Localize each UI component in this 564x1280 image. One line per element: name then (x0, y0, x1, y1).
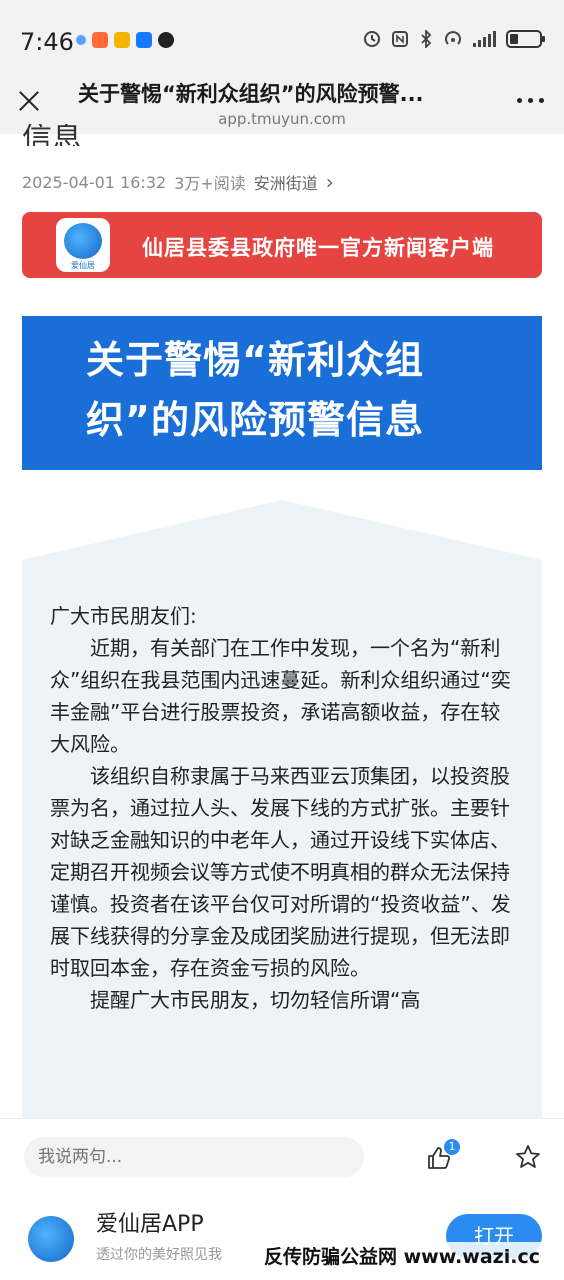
comment-bar: 1 (0, 1118, 564, 1192)
app-logo-icon (28, 1216, 74, 1262)
battery-icon (506, 30, 545, 48)
watermark: 反传防骗公益网 www.wazi.cc (262, 1242, 542, 1269)
app-notification-icon (92, 32, 108, 48)
more-options-icon[interactable] (517, 98, 544, 103)
chevron-right-icon[interactable]: › (326, 170, 334, 194)
comment-input[interactable] (24, 1137, 364, 1177)
article-body: 广大市民朋友们: 近期，有关部门在工作中发现，一个名为“新利众”组织在我县范围内… (50, 600, 520, 1016)
article-source-link[interactable]: 安洲街道 (254, 170, 318, 194)
article-title-fragment: 信息 (22, 124, 82, 146)
article-heading: 关于警惕“新利众组织”的风险预警信息 (86, 338, 424, 442)
star-icon[interactable] (514, 1143, 542, 1171)
alarm-icon (364, 31, 380, 47)
nav-bar: 关于警惕“新利众组织”的风险预警... app.tmuyun.com (0, 68, 564, 134)
greeting: 广大市民朋友们: (50, 604, 197, 628)
article-meta: 2025-04-01 16:32 3万+阅读 安洲街道 › (22, 170, 334, 194)
app-name: 爱仙居APP (96, 1212, 204, 1237)
page-url: app.tmuyun.com (218, 110, 346, 128)
app-notification-icon (76, 35, 86, 45)
panel-top-decoration (22, 500, 542, 560)
paragraph: 提醒广大市民朋友，切勿轻信所谓“高 (90, 988, 421, 1012)
app-slogan: 透过你的美好照见我 (96, 1247, 222, 1263)
alipay-icon (136, 32, 152, 48)
qq-icon (158, 32, 174, 48)
hotspot-icon (445, 31, 461, 45)
article-heading-block: 关于警惕“新利众组织”的风险预警信息 (22, 316, 542, 470)
official-banner[interactable]: 爱仙居 仙居县委县政府唯一官方新闻客户端 (22, 212, 542, 278)
article-date: 2025-04-01 16:32 (22, 172, 167, 192)
logo-label: 爱仙居 (71, 261, 95, 270)
page-title: 关于警惕“新利众组织”的风险预警... (78, 82, 424, 106)
system-icons (363, 30, 545, 48)
paragraph: 近期，有关部门在工作中发现，一个名为“新利众”组织在我县范围内迅速蔓延。新利众组… (50, 636, 511, 756)
app-notification-icon (114, 32, 130, 48)
like-count-badge: 1 (444, 1139, 460, 1155)
article-reads: 3万+阅读 (174, 174, 246, 193)
bluetooth-icon (421, 30, 432, 48)
globe-icon (64, 223, 102, 259)
banner-text: 仙居县委县政府唯一官方新闻客户端 (142, 236, 494, 260)
signal-icon (473, 31, 496, 47)
status-time: 7:46 (20, 28, 74, 56)
paragraph: 该组织自称隶属于马来西亚云顶集团，以投资股票为名，通过拉人头、发展下线的方式扩张… (50, 764, 511, 980)
aixianju-logo: 爱仙居 (56, 218, 110, 272)
notification-icons (76, 32, 174, 48)
nfc-icon (392, 31, 408, 47)
